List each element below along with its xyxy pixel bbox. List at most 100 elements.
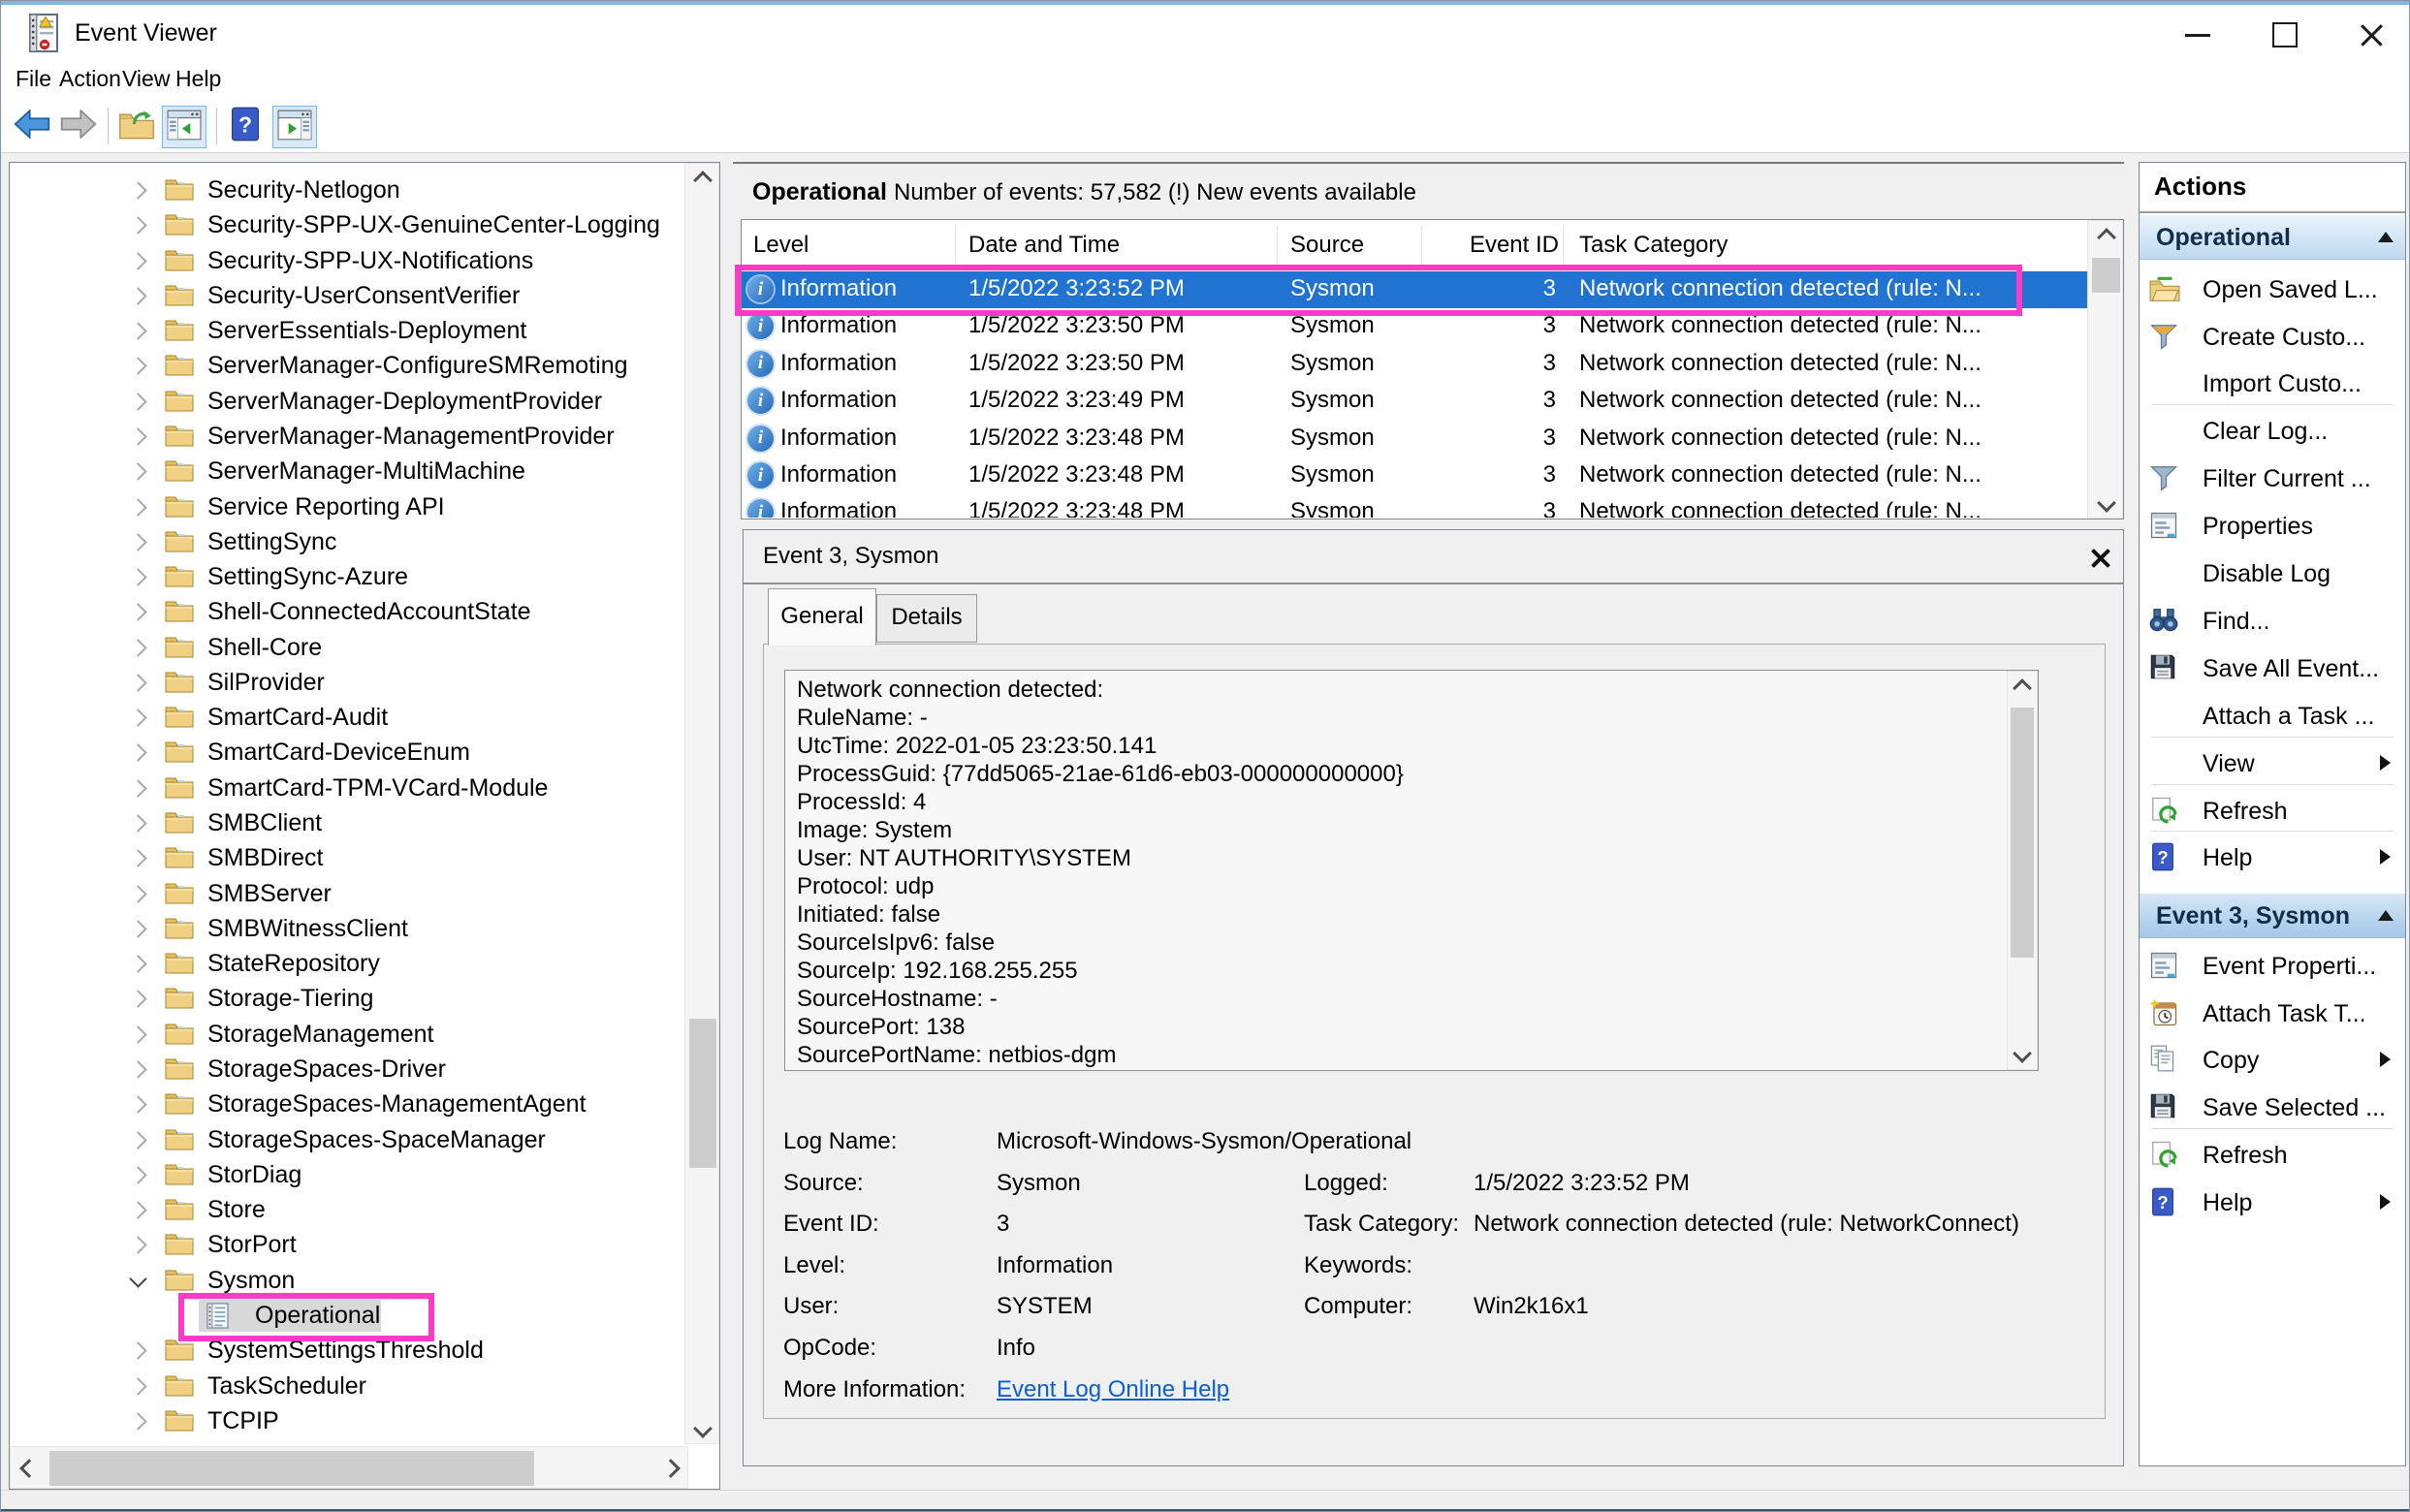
action-save-all-event[interactable]: Save All Event... [2140, 645, 2405, 692]
chevron-right-icon[interactable] [129, 287, 146, 304]
chevron-right-icon[interactable] [129, 358, 146, 375]
action-filter-current[interactable]: Filter Current ... [2140, 455, 2405, 502]
tree-item-servermanager-multimachine[interactable]: ServerManager-MultiMachine [10, 455, 684, 489]
selected-event-row[interactable]: iInformation1/5/2022 3:23:52 PMSysmon3Ne… [742, 271, 2087, 308]
show-hide-console-tree-button[interactable] [162, 106, 206, 148]
chevron-right-icon[interactable] [129, 709, 146, 726]
column-separator[interactable] [1563, 226, 1564, 265]
action-create-custo[interactable]: Create Custo... [2140, 313, 2405, 361]
chevron-right-icon[interactable] [129, 814, 146, 832]
scroll-up-button[interactable] [685, 164, 720, 197]
chevron-right-icon[interactable] [129, 639, 146, 656]
actions-section-header-operational[interactable]: Operational [2140, 215, 2405, 260]
column-separator[interactable] [1277, 226, 1278, 265]
menu-file[interactable]: File [16, 66, 51, 92]
chevron-right-icon[interactable] [129, 1166, 146, 1183]
menu-view[interactable]: View [122, 66, 170, 92]
event-row[interactable]: iInformation1/5/2022 3:23:50 PMSysmon3Ne… [742, 346, 2087, 383]
action-event-properti[interactable]: Event Properti... [2140, 942, 2405, 990]
tree-item-smartcard-deviceenum[interactable]: SmartCard-DeviceEnum [10, 736, 684, 771]
export-button[interactable] [115, 106, 158, 146]
tree-item-smbdirect[interactable]: SMBDirect [10, 841, 684, 876]
tree-item-shell-connectedaccountstate[interactable]: Shell-ConnectedAccountState [10, 595, 684, 630]
tree-item-service-reporting-api[interactable]: Service Reporting API [10, 490, 684, 525]
chevron-right-icon[interactable] [129, 955, 146, 972]
action-refresh[interactable]: Refresh [2140, 1131, 2405, 1179]
tree-item-security-userconsentverifier[interactable]: Security-UserConsentVerifier [10, 279, 684, 314]
tree-item-servermanager-configuresmremoting[interactable]: ServerManager-ConfigureSMRemoting [10, 349, 684, 384]
chevron-right-icon[interactable] [129, 850, 146, 867]
chevron-right-icon[interactable] [129, 498, 146, 516]
chevron-right-icon[interactable] [129, 1377, 146, 1395]
chevron-right-icon[interactable] [129, 991, 146, 1008]
chevron-right-icon[interactable] [129, 393, 146, 410]
event-row[interactable]: iInformation1/5/2022 3:23:48 PMSysmon3Ne… [742, 457, 2087, 494]
action-find[interactable]: Find... [2140, 597, 2405, 645]
chevron-right-icon[interactable] [129, 463, 146, 481]
show-hide-action-pane-button[interactable] [272, 106, 317, 148]
maximize-button[interactable] [2246, 9, 2324, 61]
menu-help[interactable]: Help [175, 66, 221, 92]
action-properties[interactable]: Properties [2140, 502, 2405, 550]
tree-horizontal-scrollbar[interactable] [10, 1446, 688, 1489]
chevron-right-icon[interactable] [129, 322, 146, 339]
chevron-right-icon[interactable] [129, 674, 146, 691]
action-import-custo[interactable]: Import Custo... [2140, 360, 2405, 407]
tree-item-storport[interactable]: StorPort [10, 1228, 684, 1263]
tree-item-smartcard-audit[interactable]: SmartCard-Audit [10, 701, 684, 736]
chevron-right-icon[interactable] [129, 1131, 146, 1149]
scroll-down-button[interactable] [2088, 487, 2124, 520]
tree-item-sysmon[interactable]: Sysmon [10, 1264, 684, 1299]
column-header-task-category[interactable]: Task Category [1579, 220, 1728, 270]
tree-item-storagespaces-spacemanager[interactable]: StorageSpaces-SpaceManager [10, 1123, 684, 1158]
action-help[interactable]: ?Help [2140, 1179, 2405, 1226]
scroll-down-button[interactable] [2008, 1037, 2037, 1069]
scroll-up-button[interactable] [2088, 221, 2124, 254]
tree-item-storage-tiering[interactable]: Storage-Tiering [10, 982, 684, 1017]
chevron-right-icon[interactable] [129, 1060, 146, 1078]
action-open-saved-l[interactable]: Open Saved L... [2140, 266, 2405, 313]
tree-item-serveressentials-deployment[interactable]: ServerEssentials-Deployment [10, 314, 684, 349]
tree-item-tcpip[interactable]: TCPIP [10, 1404, 684, 1439]
column-header-event-id[interactable]: Event ID [1423, 220, 1559, 270]
chevron-right-icon[interactable] [129, 1096, 146, 1114]
tree-item-servermanager-managementprovider[interactable]: ServerManager-ManagementProvider [10, 420, 684, 455]
chevron-right-icon[interactable] [129, 181, 146, 199]
tree-item-operational[interactable]: Operational [10, 1299, 684, 1334]
tree-item-smbserver[interactable]: SMBServer [10, 877, 684, 912]
tree-item-staterepository[interactable]: StateRepository [10, 947, 684, 982]
action-save-selected[interactable]: Save Selected ... [2140, 1084, 2405, 1131]
back-button[interactable] [11, 106, 53, 146]
event-log-online-help-link[interactable]: Event Log Online Help [997, 1376, 1229, 1403]
close-button[interactable] [2332, 9, 2410, 61]
event-row[interactable]: iInformation1/5/2022 3:23:49 PMSysmon3Ne… [742, 383, 2087, 420]
help-button[interactable]: ? [224, 106, 267, 146]
chevron-right-icon[interactable] [129, 744, 146, 762]
tree-item-storagespaces-driver[interactable]: StorageSpaces-Driver [10, 1053, 684, 1087]
action-attach-a-task[interactable]: Attach a Task ... [2140, 692, 2405, 740]
tab-general[interactable]: General [768, 588, 876, 646]
action-view[interactable]: View [2140, 740, 2405, 787]
tree-item-store[interactable]: Store [10, 1193, 684, 1228]
scroll-left-button[interactable] [11, 1447, 48, 1490]
tree-item-smbwitnessclient[interactable]: SMBWitnessClient [10, 912, 684, 947]
action-copy[interactable]: Copy [2140, 1036, 2405, 1084]
scroll-up-button[interactable] [2008, 672, 2037, 704]
tree-item-security-spp-ux-genuinecenter-logging[interactable]: Security-SPP-UX-GenuineCenter-Logging [10, 208, 684, 243]
action-clear-log[interactable]: Clear Log... [2140, 407, 2405, 455]
description-vertical-scrollbar[interactable] [2007, 671, 2038, 1070]
tree-item-smbclient[interactable]: SMBClient [10, 806, 684, 841]
chevron-right-icon[interactable] [129, 1237, 146, 1254]
event-description-box[interactable]: Network connection detected:RuleName: -U… [784, 670, 2039, 1071]
scrollbar-thumb[interactable] [2092, 258, 2120, 293]
tree-item-settingsync-azure[interactable]: SettingSync-Azure [10, 560, 684, 595]
column-header-date-and-time[interactable]: Date and Time [968, 220, 1120, 270]
chevron-right-icon[interactable] [129, 1201, 146, 1218]
column-header-source[interactable]: Source [1290, 220, 1364, 270]
tree-item-security-spp-ux-notifications[interactable]: Security-SPP-UX-Notifications [10, 244, 684, 279]
tree-vertical-scrollbar[interactable] [684, 163, 719, 1444]
chevron-right-icon[interactable] [129, 533, 146, 551]
chevron-right-icon[interactable] [129, 885, 146, 902]
column-separator[interactable] [1421, 226, 1422, 265]
scrollbar-thumb[interactable] [689, 1019, 716, 1168]
